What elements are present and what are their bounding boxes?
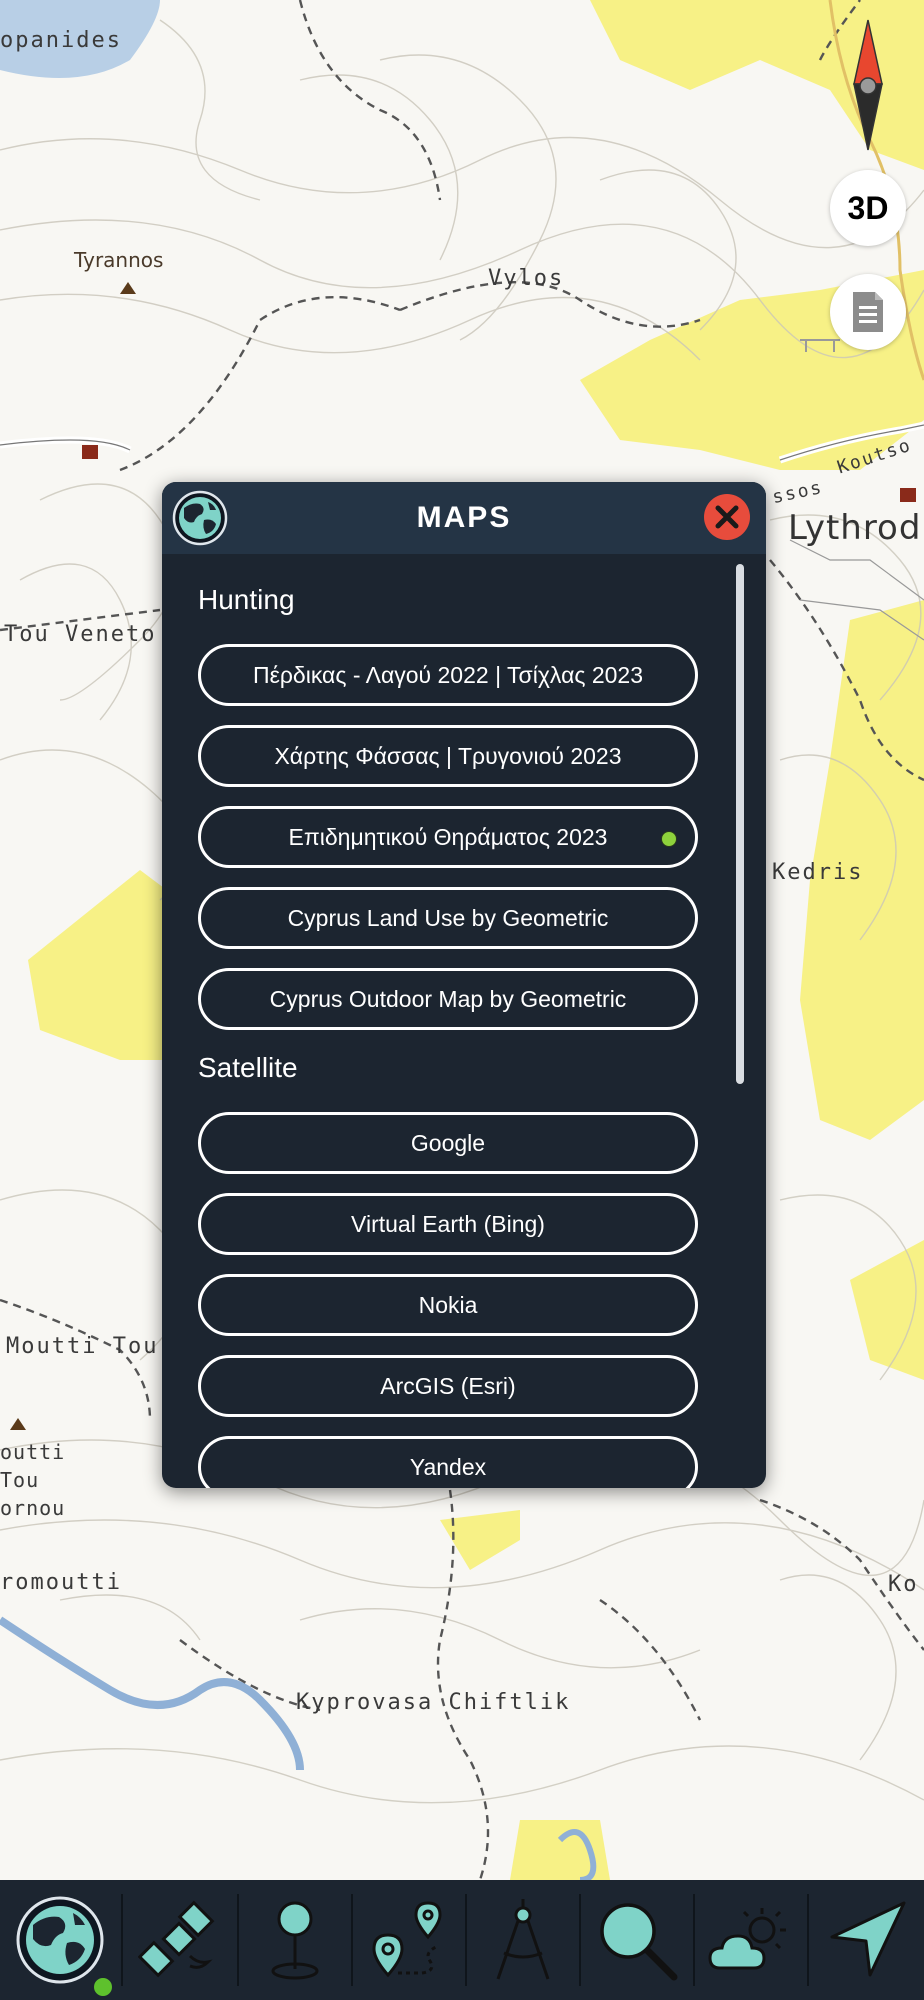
bottom-toolbar — [0, 1880, 924, 2000]
route-icon — [372, 1901, 442, 1978]
map-option[interactable]: Πέρδικας - Λαγού 2022 | Τσίχλας 2023 — [198, 644, 698, 706]
globe-icon — [16, 1896, 104, 1984]
map-option-selected[interactable]: Επιδημητικού Θηράματος 2023 — [198, 806, 698, 868]
close-button[interactable] — [704, 494, 750, 540]
section-title-hunting: Hunting — [198, 584, 295, 615]
compass-divider-icon — [496, 1899, 550, 1980]
satellite-icon — [138, 1900, 215, 1978]
place-label: Tyrannos — [74, 248, 164, 272]
weather-icon — [708, 1908, 786, 1970]
active-indicator — [92, 1976, 114, 1998]
tab-weather[interactable] — [695, 1880, 807, 2000]
tab-navigate[interactable] — [809, 1880, 924, 2000]
tab-measure[interactable] — [467, 1880, 579, 2000]
place-label: Moutti Tou — [6, 1334, 159, 1359]
tab-route[interactable] — [353, 1880, 465, 2000]
selected-indicator — [661, 831, 677, 847]
dialog-title: MAPS — [416, 501, 512, 534]
map-option[interactable]: Google — [198, 1112, 698, 1174]
place-label: Tou Veneto — [4, 622, 157, 647]
tab-waypoint[interactable] — [239, 1880, 351, 2000]
place-label: Tou — [0, 1468, 40, 1492]
place-label: Vylos — [488, 266, 565, 291]
tab-search[interactable] — [581, 1880, 693, 2000]
place-label: outti — [0, 1440, 66, 1464]
3d-toggle-button[interactable]: 3D — [830, 170, 906, 246]
map-option[interactable]: ArcGIS (Esri) — [198, 1355, 698, 1417]
scrollbar[interactable] — [736, 564, 744, 1084]
place-label: Ko — [888, 1572, 919, 1597]
place-label: opanides — [0, 28, 122, 53]
place-label: Lythrod — [788, 508, 922, 548]
navigate-icon — [830, 1901, 905, 1977]
maps-dialog: MAPS Hunting Πέρδικας - Λαγού 2022 | Τσί… — [162, 482, 766, 1488]
place-label: Kedris — [772, 860, 864, 885]
search-icon — [600, 1903, 678, 1981]
map-option[interactable]: Yandex — [198, 1436, 698, 1488]
3d-label: 3D — [847, 189, 889, 226]
map-option[interactable]: Virtual Earth (Bing) — [198, 1193, 698, 1255]
map-option[interactable]: Cyprus Land Use by Geometric — [198, 887, 698, 949]
section-title-satellite: Satellite — [198, 1052, 298, 1083]
place-label: Kyprovasa Chiftlik — [296, 1690, 571, 1715]
map-option[interactable]: Cyprus Outdoor Map by Geometric — [198, 968, 698, 1030]
map-option[interactable]: Nokia — [198, 1274, 698, 1336]
compass-icon[interactable] — [846, 18, 890, 152]
place-label: romoutti — [0, 1570, 122, 1595]
pin-icon — [271, 1901, 319, 1980]
layers-button[interactable] — [830, 274, 906, 350]
place-label: ornou — [0, 1496, 66, 1520]
map-option[interactable]: Χάρτης Φάσσας | Τρυγονιού 2023 — [198, 725, 698, 787]
close-icon — [715, 505, 739, 529]
document-icon — [853, 292, 883, 332]
tab-satellite[interactable] — [123, 1880, 237, 2000]
